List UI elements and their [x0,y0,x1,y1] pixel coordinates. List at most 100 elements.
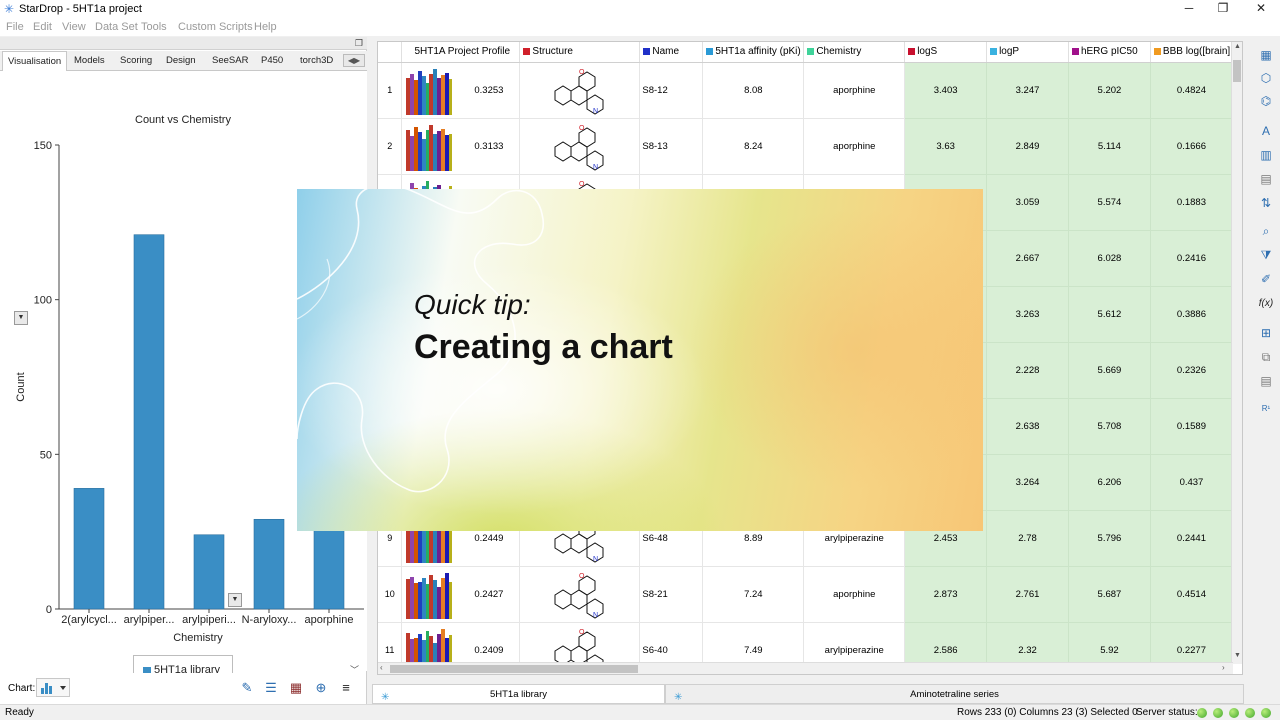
vertical-scrollbar[interactable]: ▲ ▼ [1231,42,1242,664]
structure-cell[interactable]: NO [519,566,641,623]
bbb-cell[interactable]: 0.1666 [1150,118,1233,175]
logs-cell[interactable]: 2.586 [904,622,988,664]
logp-cell[interactable]: 3.059 [986,174,1069,231]
close-button[interactable]: ✕ [1244,0,1278,18]
logp-cell[interactable]: 3.247 [986,62,1069,119]
search-icon[interactable]: ⌕ [1258,223,1274,239]
logp-cell[interactable]: 2.638 [986,398,1069,455]
menu-edit[interactable]: Edit [33,21,52,33]
scroll-up-icon[interactable]: ▲ [1234,43,1241,50]
pivot-icon[interactable]: ⇅ [1258,195,1274,211]
row-number[interactable]: 10 [378,566,403,623]
column-header-chemistry[interactable]: Chemistry [803,42,906,63]
bbb-cell[interactable]: 0.2441 [1150,510,1233,567]
menu-data-set[interactable]: Data Set [95,21,138,33]
bbb-cell[interactable]: 0.2277 [1150,622,1233,664]
chemistry-cell[interactable]: aporphine [803,62,906,119]
column-header-logs[interactable]: logS [904,42,988,63]
menu-help[interactable]: Help [254,21,277,33]
column-header-structure[interactable]: Structure [519,42,641,63]
horizontal-scrollbar[interactable]: ‹ › [378,662,1233,674]
matrix-icon[interactable]: ⊞ [1258,325,1274,341]
column-header-herg[interactable]: hERG pIC50 [1068,42,1151,63]
structure-cell[interactable]: NO [519,62,641,119]
checklist-icon[interactable]: ☰ [263,680,279,696]
row-number[interactable]: 11 [378,622,403,664]
vertical-scroll-thumb[interactable] [1233,60,1241,82]
tab-design[interactable]: Design [161,55,201,66]
add-chart-icon[interactable]: ⊕ [313,680,329,696]
copy-table-icon[interactable]: ⧉ [1258,349,1274,365]
bbb-cell[interactable]: 0.2326 [1150,342,1233,399]
bbb-cell[interactable]: 0.4514 [1150,566,1233,623]
row-number-header[interactable] [378,42,403,63]
herg-cell[interactable]: 5.687 [1068,566,1151,623]
name-cell[interactable]: S6-40 [639,622,704,664]
table-row[interactable]: 10 0.2427 N O S8-21 7.24 aporphine 2.873 2.761 5.… [378,566,1233,623]
herg-cell[interactable]: 5.92 [1068,622,1151,664]
sort-icon[interactable]: A [1258,123,1274,139]
bbb-cell[interactable]: 0.1589 [1150,398,1233,455]
herg-cell[interactable]: 6.206 [1068,454,1151,511]
herg-cell[interactable]: 5.612 [1068,286,1151,343]
chemistry-cell[interactable]: arylpiperazine [803,622,906,664]
tab-visualisation[interactable]: Visualisation [2,51,68,72]
grid-view-icon[interactable]: ▦ [1258,47,1274,63]
herg-cell[interactable]: 5.114 [1068,118,1151,175]
logp-cell[interactable]: 2.32 [986,622,1069,664]
affinity-cell[interactable]: 7.24 [702,566,805,623]
column-header-bbb[interactable]: BBB log([brain] [1150,42,1233,63]
float-panel-icon[interactable]: ❐ [355,38,363,49]
logs-cell[interactable]: 2.873 [904,566,988,623]
profile-cell[interactable]: 0.2409 [401,622,521,664]
molecule-icon[interactable]: ⬡ [1258,70,1274,86]
menu-view[interactable]: View [62,21,86,33]
column-header-profile[interactable]: 5HT1A Project Profile [401,42,521,63]
herg-cell[interactable]: 5.708 [1068,398,1151,455]
minimize-button[interactable]: ─ [1172,0,1206,18]
herg-cell[interactable]: 6.028 [1068,230,1151,287]
table-icon[interactable]: ▤ [1258,171,1274,187]
tab-5ht1a-library[interactable]: ✳ 5HT1a library [372,684,665,704]
logs-cell[interactable]: 3.63 [904,118,988,175]
menu-icon[interactable]: ≡ [338,680,354,696]
chemistry-cell[interactable]: aporphine [803,118,906,175]
logp-cell[interactable]: 3.264 [986,454,1069,511]
function-icon[interactable]: f(x) [1258,296,1274,312]
r-group-icon[interactable]: R¹ [1258,401,1274,417]
menu-file[interactable]: File [6,21,24,33]
scroll-down-icon[interactable]: ▼ [1234,652,1241,659]
edit-icon[interactable]: ✐ [1258,271,1274,287]
structure-search-icon[interactable]: ⌬ [1258,93,1274,109]
bbb-cell[interactable]: 0.4824 [1150,62,1233,119]
name-cell[interactable]: S8-13 [639,118,704,175]
list-table-icon[interactable]: ▤ [1258,373,1274,389]
tab-torch3d[interactable]: torch3D [295,55,338,66]
chart-type-selector[interactable] [36,678,70,697]
herg-cell[interactable]: 5.796 [1068,510,1151,567]
bbb-cell[interactable]: 0.2416 [1150,230,1233,287]
herg-cell[interactable]: 5.669 [1068,342,1151,399]
restore-button[interactable]: ❐ [1206,0,1240,18]
table-row[interactable]: 2 0.3133 N O S8-13 8.24 aporphine 3.63 2.849 5.11… [378,118,1233,175]
tab-aminotetraline-series[interactable]: ✳ Aminotetraline series [665,684,1244,704]
structure-cell[interactable]: NO [519,118,641,175]
tab-scoring[interactable]: Scoring [115,55,157,66]
tab-scroll-arrows[interactable]: ◀▶ [343,54,365,67]
logs-cell[interactable]: 3.403 [904,62,988,119]
horizontal-scroll-thumb[interactable] [390,665,638,673]
chemistry-cell[interactable]: aporphine [803,566,906,623]
affinity-cell[interactable]: 7.49 [702,622,805,664]
row-number[interactable]: 1 [378,62,403,119]
row-number[interactable]: 2 [378,118,403,175]
name-cell[interactable]: S8-12 [639,62,704,119]
menu-tools[interactable]: Tools [141,21,167,33]
herg-cell[interactable]: 5.574 [1068,174,1151,231]
column-header-affinity[interactable]: 5HT1a affinity (pKi) [702,42,805,63]
profile-cell[interactable]: 0.3133 [401,118,521,175]
affinity-cell[interactable]: 8.08 [702,62,805,119]
scroll-right-icon[interactable]: › [1222,663,1225,672]
y-axis-dropdown-button[interactable]: ▼ [14,311,28,325]
affinity-cell[interactable]: 8.24 [702,118,805,175]
tab-seesar[interactable]: SeeSAR [207,55,253,66]
